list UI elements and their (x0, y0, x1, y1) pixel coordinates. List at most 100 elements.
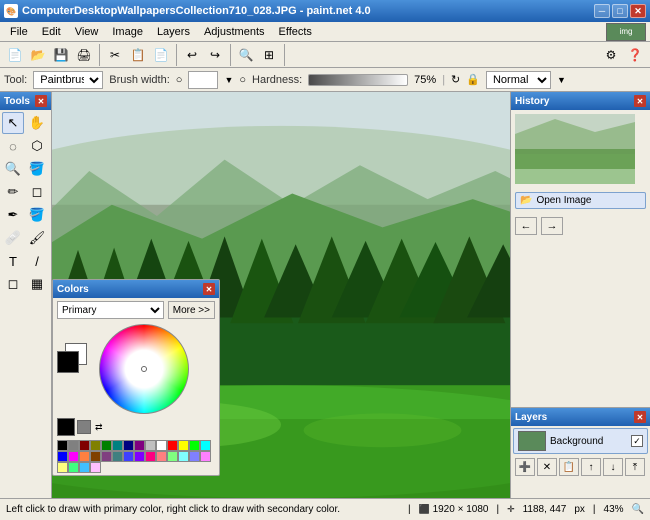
layer-visibility-checkbox[interactable]: ✓ (631, 435, 643, 447)
history-item-open[interactable]: 📂 Open Image (515, 192, 646, 209)
tools-close-button[interactable]: ✕ (35, 95, 47, 107)
palette-color-swatch[interactable] (112, 440, 123, 451)
brush-width-input[interactable]: 2 (188, 71, 218, 89)
palette-color-swatch[interactable] (134, 451, 145, 462)
palette-color-swatch[interactable] (167, 440, 178, 451)
palette-color-swatch[interactable] (90, 451, 101, 462)
tool-fill[interactable]: 🪣 (26, 204, 48, 226)
palette-color-swatch[interactable] (112, 451, 123, 462)
palette-color-swatch[interactable] (145, 451, 156, 462)
tool-select-btn[interactable]: ↖ (2, 112, 24, 134)
palette-color-swatch[interactable] (79, 440, 90, 451)
help-button[interactable]: ❓ (624, 44, 646, 66)
tool-shapes[interactable]: ◻ (2, 273, 24, 295)
new-button[interactable]: 📄 (4, 44, 26, 66)
palette-color-swatch[interactable] (156, 451, 167, 462)
palette-color-swatch[interactable] (178, 451, 189, 462)
palette-color-swatch[interactable] (57, 462, 68, 473)
layer-add-button[interactable]: ➕ (515, 458, 535, 476)
palette-color-swatch[interactable] (79, 451, 90, 462)
palette-color-swatch[interactable] (57, 451, 68, 462)
gray-swatch[interactable] (77, 420, 91, 434)
palette-color-swatch[interactable] (90, 440, 101, 451)
tool-move[interactable]: ✋ (26, 112, 48, 134)
palette-color-swatch[interactable] (68, 440, 79, 451)
palette-color-swatch[interactable] (167, 451, 178, 462)
layer-delete-button[interactable]: ✕ (537, 458, 557, 476)
colors-close-button[interactable]: ✕ (203, 283, 215, 295)
menu-edit[interactable]: Edit (36, 25, 67, 39)
redo-button[interactable]: ↪ (204, 44, 226, 66)
menu-adjustments[interactable]: Adjustments (198, 25, 271, 39)
history-forward-button[interactable]: → (541, 217, 563, 235)
settings-button[interactable]: ⚙ (600, 44, 622, 66)
tool-eraser[interactable]: ◻ (26, 181, 48, 203)
menu-effects[interactable]: Effects (273, 25, 318, 39)
color-mode-select[interactable]: Primary (57, 301, 164, 319)
close-button[interactable]: ✕ (630, 4, 646, 18)
tool-eyedropper[interactable]: 🪣 (26, 158, 48, 180)
palette-color-swatch[interactable] (79, 462, 90, 473)
window-controls[interactable]: ─ □ ✕ (594, 4, 646, 18)
zoom-button[interactable]: 🔍 (235, 44, 257, 66)
tool-zoom[interactable]: 🔍 (2, 158, 24, 180)
maximize-button[interactable]: □ (612, 4, 628, 18)
layer-up-button[interactable]: ↑ (581, 458, 601, 476)
save-button[interactable]: 💾 (50, 44, 72, 66)
tool-clone[interactable]: 🩹 (2, 227, 24, 249)
minimize-button[interactable]: ─ (594, 4, 610, 18)
cut-button[interactable]: ✂ (104, 44, 126, 66)
palette-color-swatch[interactable] (57, 440, 68, 451)
black-swatch[interactable] (57, 418, 75, 436)
tool-paintbrush[interactable]: ✏ (2, 181, 24, 203)
tool-lasso[interactable]: ◌ (2, 135, 24, 157)
palette-color-swatch[interactable] (189, 440, 200, 451)
palette-color-swatch[interactable] (145, 440, 156, 451)
grid-button[interactable]: ⊞ (258, 44, 280, 66)
foreground-color-swatch[interactable] (57, 351, 79, 373)
copy-button[interactable]: 📋 (127, 44, 149, 66)
undo-button[interactable]: ↩ (181, 44, 203, 66)
palette-color-swatch[interactable] (156, 440, 167, 451)
layer-background[interactable]: Background ✓ (513, 428, 648, 454)
palette-color-swatch[interactable] (200, 451, 211, 462)
palette-color-swatch[interactable] (101, 440, 112, 451)
blend-mode-select[interactable]: Normal (486, 71, 551, 89)
palette-color-swatch[interactable] (178, 440, 189, 451)
menu-layers[interactable]: Layers (151, 25, 196, 39)
tool-line[interactable]: / (26, 250, 48, 272)
menu-file[interactable]: File (4, 25, 34, 39)
history-panel-header: History ✕ (511, 92, 650, 110)
palette-color-swatch[interactable] (101, 451, 112, 462)
layers-close-button[interactable]: ✕ (634, 411, 646, 423)
palette-color-swatch[interactable] (68, 451, 79, 462)
history-back-button[interactable]: ← (515, 217, 537, 235)
color-wheel[interactable] (99, 324, 189, 414)
colors-more-button[interactable]: More >> (168, 301, 215, 319)
layer-top-button[interactable]: ⤒ (625, 458, 645, 476)
palette-color-swatch[interactable] (123, 451, 134, 462)
hardness-slider[interactable] (308, 74, 408, 86)
print-button[interactable]: 🖨 (73, 44, 95, 66)
palette-color-swatch[interactable] (68, 462, 79, 473)
menu-image[interactable]: Image (106, 25, 149, 39)
palette-color-swatch[interactable] (123, 440, 134, 451)
tool-select[interactable]: Paintbrush (33, 71, 103, 89)
history-close-button[interactable]: ✕ (634, 95, 646, 107)
history-list: 📂 Open Image (511, 188, 650, 213)
open-button[interactable]: 📂 (27, 44, 49, 66)
tool-gradient[interactable]: ▦ (26, 273, 48, 295)
palette-color-swatch[interactable] (134, 440, 145, 451)
palette-color-swatch[interactable] (189, 451, 200, 462)
tool-magic-wand[interactable]: ⬡ (26, 135, 48, 157)
tool-pencil[interactable]: ✒ (2, 204, 24, 226)
tool-text[interactable]: T (2, 250, 24, 272)
menu-view[interactable]: View (69, 25, 105, 39)
swap-icon[interactable]: ⇄ (95, 422, 103, 433)
layer-down-button[interactable]: ↓ (603, 458, 623, 476)
palette-color-swatch[interactable] (90, 462, 101, 473)
tool-recolor[interactable]: 🖌 (26, 227, 48, 249)
paste-button[interactable]: 📄 (150, 44, 172, 66)
palette-color-swatch[interactable] (200, 440, 211, 451)
layer-duplicate-button[interactable]: 📋 (559, 458, 579, 476)
